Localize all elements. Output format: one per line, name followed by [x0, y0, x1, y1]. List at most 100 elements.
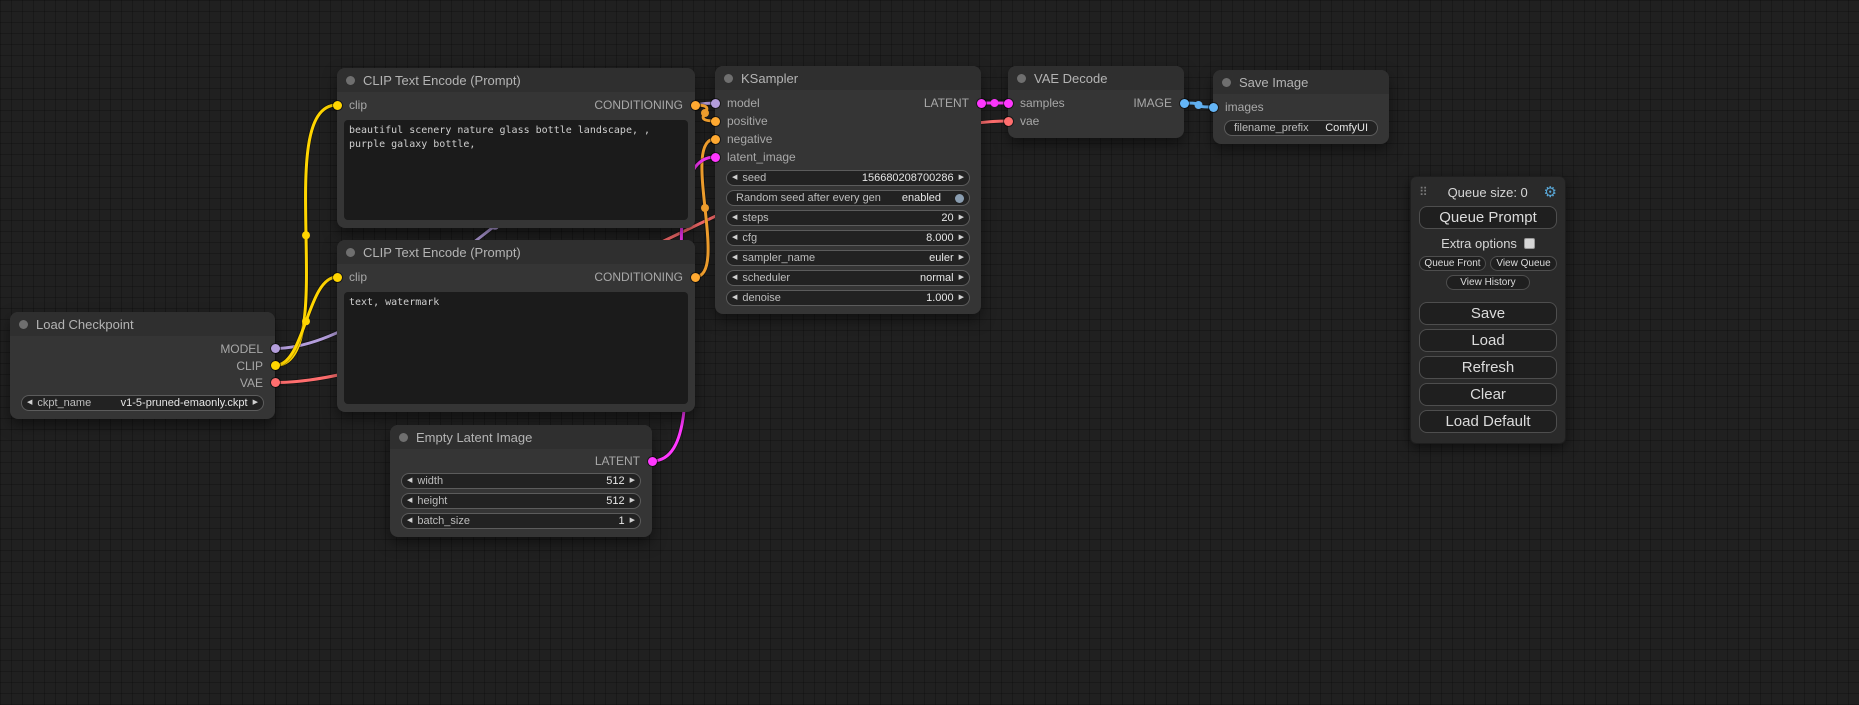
widget-filename-prefix[interactable]: filename_prefix ComfyUI	[1224, 120, 1378, 136]
decrement-arrow-icon[interactable]: ◀	[22, 396, 37, 410]
toggle-dot-icon[interactable]	[955, 194, 964, 203]
increment-arrow-icon[interactable]: ▶	[954, 231, 969, 245]
extra-options-checkbox[interactable]	[1524, 238, 1535, 249]
slot-row: clip CONDITIONING	[337, 268, 695, 286]
extra-options-row: Extra options	[1419, 236, 1557, 251]
decrement-arrow-icon[interactable]: ◀	[727, 171, 742, 185]
widget-random-seed-toggle[interactable]: Random seed after every gen enabled	[726, 190, 970, 206]
slot-row: model LATENT	[715, 94, 981, 112]
output-port-conditioning[interactable]	[691, 101, 700, 110]
node-save-image[interactable]: Save Image images filename_prefix ComfyU…	[1213, 70, 1389, 144]
output-label: VAE	[240, 376, 263, 390]
settings-gear-icon[interactable]: ⚙	[1544, 185, 1557, 200]
slot-list: clip CONDITIONING	[337, 92, 695, 114]
input-port-samples[interactable]	[1004, 99, 1013, 108]
slot-row: latent_image	[715, 148, 981, 166]
input-port-latent-image[interactable]	[711, 153, 720, 162]
widget-value: ComfyUI	[1325, 122, 1368, 134]
widget-batch-size[interactable]: ◀ batch_size 1 ▶	[401, 513, 641, 529]
decrement-arrow-icon[interactable]: ◀	[727, 271, 742, 285]
increment-arrow-icon[interactable]: ▶	[625, 494, 640, 508]
increment-arrow-icon[interactable]: ▶	[954, 171, 969, 185]
drag-handle-icon[interactable]: ⠿	[1419, 185, 1428, 199]
node-empty-latent-image[interactable]: Empty Latent Image LATENT ◀ width 512 ▶ …	[390, 425, 652, 537]
decrement-arrow-icon[interactable]: ◀	[727, 231, 742, 245]
refresh-button[interactable]: Refresh	[1419, 356, 1557, 379]
increment-arrow-icon[interactable]: ▶	[625, 514, 640, 528]
slot-row: LATENT	[390, 453, 652, 469]
output-port-conditioning[interactable]	[691, 273, 700, 282]
widget-cfg[interactable]: ◀ cfg 8.000 ▶	[726, 230, 970, 246]
decrement-arrow-icon[interactable]: ◀	[727, 291, 742, 305]
clear-button[interactable]: Clear	[1419, 383, 1557, 406]
node-title-bar[interactable]: Save Image	[1213, 70, 1389, 94]
increment-arrow-icon[interactable]: ▶	[625, 474, 640, 488]
load-button[interactable]: Load	[1419, 329, 1557, 352]
decrement-arrow-icon[interactable]: ◀	[727, 211, 742, 225]
node-title-bar[interactable]: Empty Latent Image	[390, 425, 652, 449]
widget-denoise[interactable]: ◀ denoise 1.000 ▶	[726, 290, 970, 306]
collapse-dot-icon[interactable]	[346, 76, 355, 85]
input-label: clip	[349, 98, 367, 112]
output-label: CLIP	[236, 359, 263, 373]
queue-size-label: Queue size: 0	[1432, 185, 1544, 200]
node-title-bar[interactable]: CLIP Text Encode (Prompt)	[337, 68, 695, 92]
collapse-dot-icon[interactable]	[346, 248, 355, 257]
widget-sampler-name[interactable]: ◀ sampler_name euler ▶	[726, 250, 970, 266]
collapse-dot-icon[interactable]	[724, 74, 733, 83]
node-title-bar[interactable]: Load Checkpoint	[10, 312, 275, 336]
input-port-model[interactable]	[711, 99, 720, 108]
input-label: negative	[727, 132, 772, 146]
view-history-button[interactable]: View History	[1446, 275, 1530, 290]
decrement-arrow-icon[interactable]: ◀	[402, 514, 417, 528]
node-title: CLIP Text Encode (Prompt)	[363, 73, 521, 88]
output-port-latent[interactable]	[977, 99, 986, 108]
node-clip-text-encode-negative[interactable]: CLIP Text Encode (Prompt) clip CONDITION…	[337, 240, 695, 412]
input-port-negative[interactable]	[711, 135, 720, 144]
widget-scheduler[interactable]: ◀ scheduler normal ▶	[726, 270, 970, 286]
increment-arrow-icon[interactable]: ▶	[954, 271, 969, 285]
increment-arrow-icon[interactable]: ▶	[954, 291, 969, 305]
input-port-clip[interactable]	[333, 273, 342, 282]
increment-arrow-icon[interactable]: ▶	[954, 211, 969, 225]
output-port-vae[interactable]	[271, 378, 280, 387]
output-port-model[interactable]	[271, 344, 280, 353]
widget-width[interactable]: ◀ width 512 ▶	[401, 473, 641, 489]
node-clip-text-encode-positive[interactable]: CLIP Text Encode (Prompt) clip CONDITION…	[337, 68, 695, 228]
increment-arrow-icon[interactable]: ▶	[954, 251, 969, 265]
node-title-bar[interactable]: CLIP Text Encode (Prompt)	[337, 240, 695, 264]
decrement-arrow-icon[interactable]: ◀	[402, 494, 417, 508]
input-port-clip[interactable]	[333, 101, 342, 110]
input-port-images[interactable]	[1209, 103, 1218, 112]
widget-ckpt-name[interactable]: ◀ ckpt_name v1-5-pruned-emaonly.ckpt ▶	[21, 395, 264, 411]
output-port-latent[interactable]	[648, 457, 657, 466]
view-queue-button[interactable]: View Queue	[1490, 256, 1557, 271]
collapse-dot-icon[interactable]	[19, 320, 28, 329]
output-port-clip[interactable]	[271, 361, 280, 370]
input-port-vae[interactable]	[1004, 117, 1013, 126]
queue-prompt-button[interactable]: Queue Prompt	[1419, 206, 1557, 229]
prompt-textarea[interactable]: beautiful scenery nature glass bottle la…	[344, 120, 688, 220]
load-default-button[interactable]: Load Default	[1419, 410, 1557, 433]
node-load-checkpoint[interactable]: Load Checkpoint MODEL CLIP VAE ◀ ckpt_na…	[10, 312, 275, 419]
save-button[interactable]: Save	[1419, 302, 1557, 325]
input-port-positive[interactable]	[711, 117, 720, 126]
collapse-dot-icon[interactable]	[1017, 74, 1026, 83]
increment-arrow-icon[interactable]: ▶	[248, 396, 263, 410]
widget-seed[interactable]: ◀ seed 156680208700286 ▶	[726, 170, 970, 186]
node-title-bar[interactable]: VAE Decode	[1008, 66, 1184, 90]
node-title-bar[interactable]: KSampler	[715, 66, 981, 90]
decrement-arrow-icon[interactable]: ◀	[727, 251, 742, 265]
node-vae-decode[interactable]: VAE Decode samples IMAGE vae	[1008, 66, 1184, 138]
node-graph-canvas[interactable]: Load Checkpoint MODEL CLIP VAE ◀ ckpt_na…	[0, 0, 1859, 705]
output-label: CONDITIONING	[594, 98, 683, 112]
widget-height[interactable]: ◀ height 512 ▶	[401, 493, 641, 509]
decrement-arrow-icon[interactable]: ◀	[402, 474, 417, 488]
queue-front-button[interactable]: Queue Front	[1419, 256, 1486, 271]
output-port-image[interactable]	[1180, 99, 1189, 108]
collapse-dot-icon[interactable]	[399, 433, 408, 442]
node-ksampler[interactable]: KSampler model LATENT positive negative …	[715, 66, 981, 314]
prompt-textarea[interactable]: text, watermark	[344, 292, 688, 404]
widget-steps[interactable]: ◀ steps 20 ▶	[726, 210, 970, 226]
collapse-dot-icon[interactable]	[1222, 78, 1231, 87]
